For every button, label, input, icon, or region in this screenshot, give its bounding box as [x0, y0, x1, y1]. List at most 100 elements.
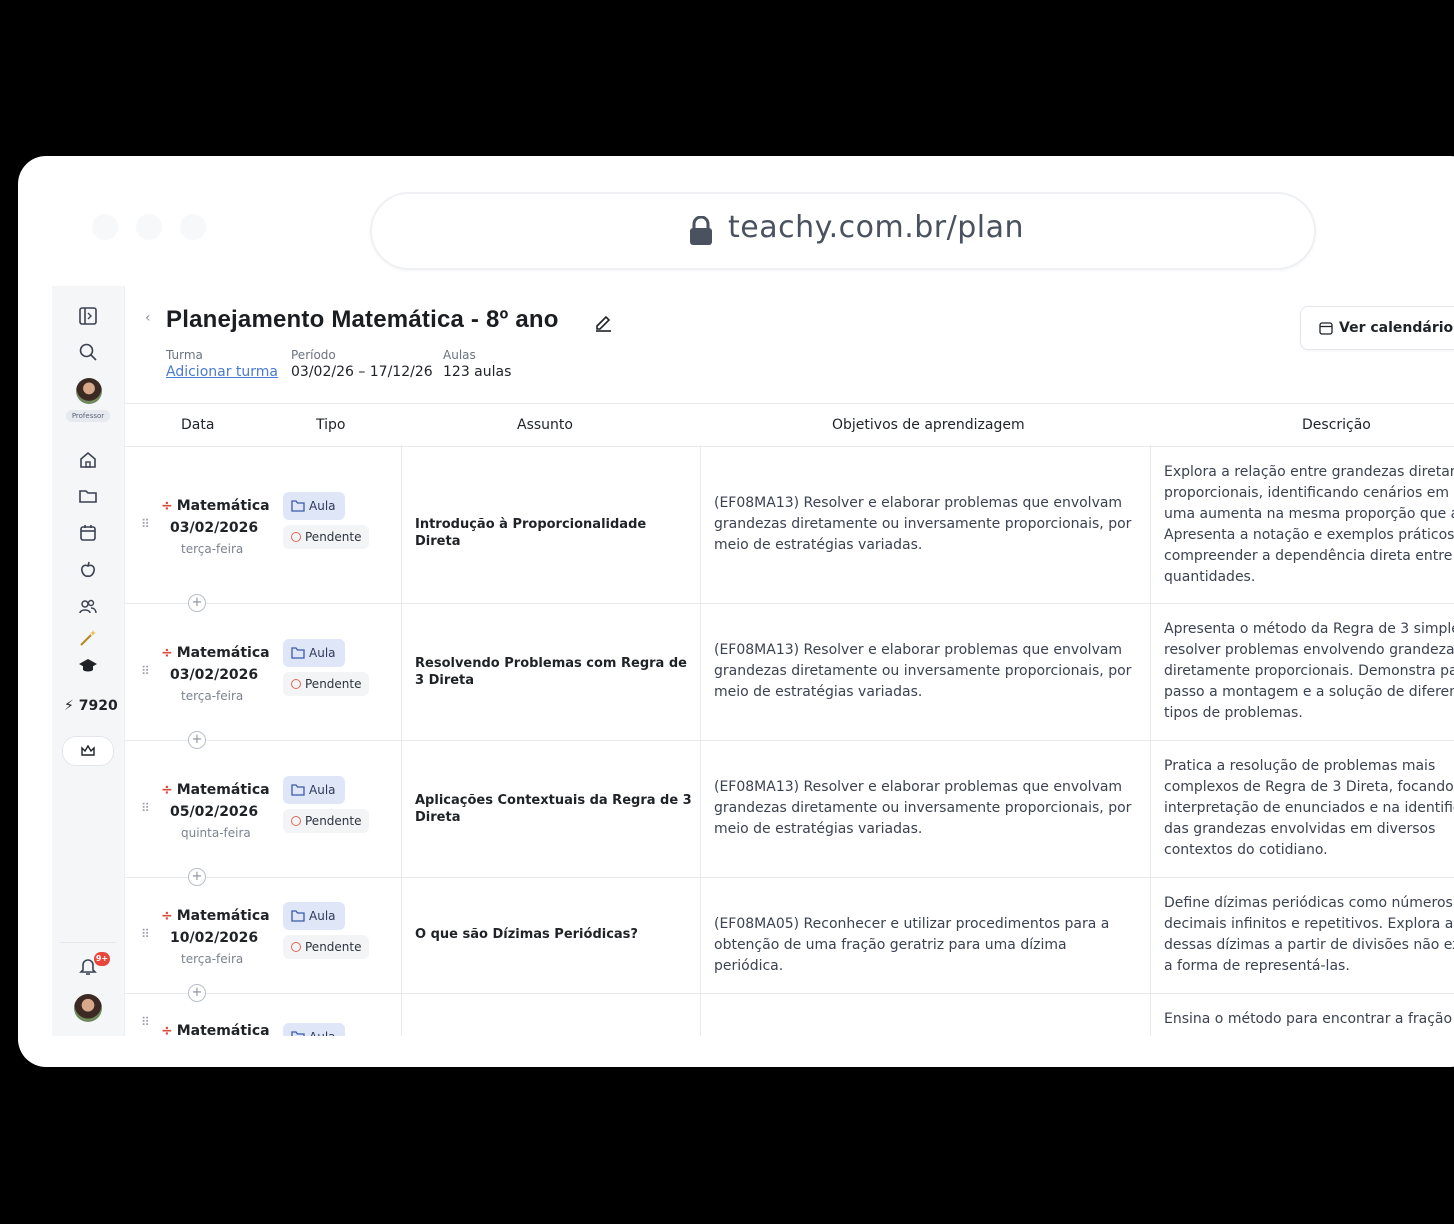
- drag-handle-icon[interactable]: ⠿: [141, 927, 150, 941]
- objective-line: meio de estratégias variadas.: [714, 537, 923, 553]
- row-assunto[interactable]: Resolvendo Problemas com Regra de 3 Dire…: [415, 655, 693, 689]
- profile-role-label: Professor: [66, 410, 110, 422]
- window-minimize-dot[interactable]: [136, 214, 162, 240]
- turma-label: Turma: [166, 348, 203, 362]
- credits-value: 7920: [78, 698, 118, 714]
- row-subject: ÷ Matemática: [161, 908, 270, 924]
- row-objetivos[interactable]: (EF08MA13) Resolver e elaborar problemas…: [714, 493, 1134, 556]
- graduation-cap-icon[interactable]: [78, 656, 98, 676]
- lightning-icon: ⚡: [64, 698, 74, 714]
- description-line: diretamente proporcionais. Demonstra pas: [1164, 663, 1454, 679]
- user-avatar[interactable]: [74, 994, 102, 1022]
- column-header-data[interactable]: Data: [181, 417, 214, 433]
- url-text: teachy.com.br/plan: [728, 210, 1024, 245]
- column-header-assunto[interactable]: Assunto: [517, 417, 573, 433]
- add-class-link[interactable]: Adicionar turma: [166, 364, 278, 380]
- description-line: Apresenta o método da Regra de 3 simples: [1164, 621, 1454, 637]
- pending-circle-icon: [291, 678, 301, 689]
- folder-icon[interactable]: [78, 486, 98, 506]
- row-descricao[interactable]: Pratica a resolução de problemas mais com…: [1164, 756, 1454, 861]
- window-close-dot[interactable]: [92, 214, 118, 240]
- description-line: quantidades.: [1164, 568, 1256, 585]
- back-button[interactable]: ‹: [145, 310, 151, 326]
- status-tag[interactable]: Pendente: [283, 935, 369, 959]
- subject-label: Matemática: [176, 1023, 270, 1036]
- row-descricao[interactable]: Define dízimas periódicas como números de…: [1164, 893, 1454, 977]
- apple-icon[interactable]: [78, 560, 98, 580]
- row-objetivos[interactable]: (EF08MA13) Resolver e elaborar problemas…: [714, 777, 1134, 840]
- row-assunto[interactable]: Aplicações Contextuais da Regra de 3 Dir…: [415, 792, 693, 826]
- description-line: resolver problemas envolvendo grandezas: [1164, 642, 1454, 658]
- drag-handle-icon[interactable]: ⠿: [141, 517, 150, 531]
- description-line: contextos do cotidiano.: [1164, 842, 1328, 858]
- aulas-label: Aulas: [443, 348, 476, 362]
- type-tag[interactable]: Aula: [283, 775, 345, 804]
- row-date: 03/02/2026: [170, 519, 259, 536]
- status-tag[interactable]: Pendente: [283, 524, 369, 549]
- row-descricao[interactable]: Apresenta o método da Regra de 3 simples…: [1164, 619, 1454, 724]
- type-tag[interactable]: Aula: [283, 638, 345, 667]
- lock-icon: [690, 216, 712, 245]
- column-header-objetivos[interactable]: Objetivos de aprendizagem: [832, 417, 1025, 433]
- row-weekday: terça-feira: [181, 688, 244, 703]
- objective-line: meio de estratégias variadas.: [714, 821, 923, 837]
- main-content: ‹ Planejamento Matemática - 8º ano Turma…: [125, 286, 1454, 1036]
- description-line: Explora a relação entre grandezas direta…: [1164, 463, 1454, 480]
- window-maximize-dot[interactable]: [180, 214, 206, 240]
- row-weekday: terça-feira: [181, 541, 244, 556]
- row-date: 03/02/2026: [170, 666, 259, 683]
- objective-line: grandezas diretamente ou inversamente pr…: [714, 516, 1132, 532]
- pending-circle-icon: [291, 942, 301, 952]
- row-objetivos[interactable]: (EF08MA05) Reconhecer e utilizar procedi…: [714, 914, 1134, 977]
- folder-icon: [291, 1031, 305, 1036]
- users-icon[interactable]: [78, 597, 98, 617]
- pencil-icon[interactable]: [593, 312, 613, 332]
- home-icon[interactable]: [78, 450, 98, 470]
- profile-avatar[interactable]: [76, 378, 102, 404]
- description-line: Apresenta a notação e exemplos práticos …: [1164, 526, 1454, 543]
- subject-icon: ÷: [161, 644, 173, 661]
- periodo-value: 03/02/26 – 17/12/26: [291, 364, 433, 380]
- status-tag[interactable]: Pendente: [283, 671, 369, 696]
- row-descricao[interactable]: Explora a relação entre grandezas direta…: [1164, 462, 1454, 588]
- column-header-tipo[interactable]: Tipo: [316, 417, 345, 433]
- row-objetivos[interactable]: (EF08MA13) Resolver e elaborar problemas…: [714, 640, 1134, 703]
- aulas-value: 123 aulas: [443, 364, 512, 380]
- description-line: das grandezas envolvidas em diversos: [1164, 821, 1436, 837]
- drag-handle-icon[interactable]: ⠿: [141, 1015, 150, 1029]
- type-tag[interactable]: Aula: [283, 1023, 345, 1036]
- row-subject: ÷ Matemática: [161, 782, 270, 798]
- description-line: compreender a dependência direta entre: [1164, 547, 1453, 564]
- app-area: Professor ⚡ 7920 9+ ‹ Planejamento Matem…: [52, 286, 1454, 1036]
- column-header-descricao[interactable]: Descrição: [1302, 417, 1371, 433]
- description-line: Ensina o método para encontrar a fração: [1164, 1011, 1453, 1027]
- subject-icon: ÷: [161, 497, 173, 514]
- notification-badge: 9+: [94, 952, 110, 966]
- description-line: Define dízimas periódicas como números: [1164, 895, 1453, 911]
- view-calendar-button[interactable]: Ver calendário: [1300, 306, 1454, 350]
- description-line: uma aumenta na mesma proporção que a o: [1164, 505, 1454, 522]
- row-assunto[interactable]: Introdução à Proporcionalidade Direta: [415, 516, 693, 550]
- row-date: 10/02/2026: [170, 930, 259, 946]
- row-assunto[interactable]: O que são Dízimas Periódicas?: [415, 926, 693, 943]
- sidebar-divider: [60, 942, 116, 943]
- page-title: Planejamento Matemática - 8º ano: [166, 306, 559, 333]
- description-line: Pratica a resolução de problemas mais: [1164, 758, 1436, 774]
- type-tag[interactable]: Aula: [283, 902, 345, 930]
- status-tag[interactable]: Pendente: [283, 808, 369, 833]
- row-descricao[interactable]: Ensina o método para encontrar a fração: [1164, 1009, 1454, 1030]
- sidebar-toggle-icon[interactable]: [78, 306, 98, 326]
- pending-circle-icon: [291, 531, 301, 542]
- search-icon[interactable]: [78, 342, 98, 362]
- subject-icon: ÷: [161, 1023, 173, 1036]
- calendar-icon[interactable]: [78, 523, 98, 543]
- address-bar[interactable]: teachy.com.br/plan: [370, 192, 1316, 270]
- premium-button[interactable]: [62, 736, 114, 766]
- objective-line: meio de estratégias variadas.: [714, 684, 923, 700]
- type-tag[interactable]: Aula: [283, 491, 345, 520]
- subject-label: Matemática: [176, 644, 270, 661]
- magic-wand-icon[interactable]: [78, 628, 98, 648]
- drag-handle-icon[interactable]: ⠿: [141, 664, 150, 678]
- drag-handle-icon[interactable]: ⠿: [141, 801, 150, 815]
- subject-icon: ÷: [161, 781, 173, 798]
